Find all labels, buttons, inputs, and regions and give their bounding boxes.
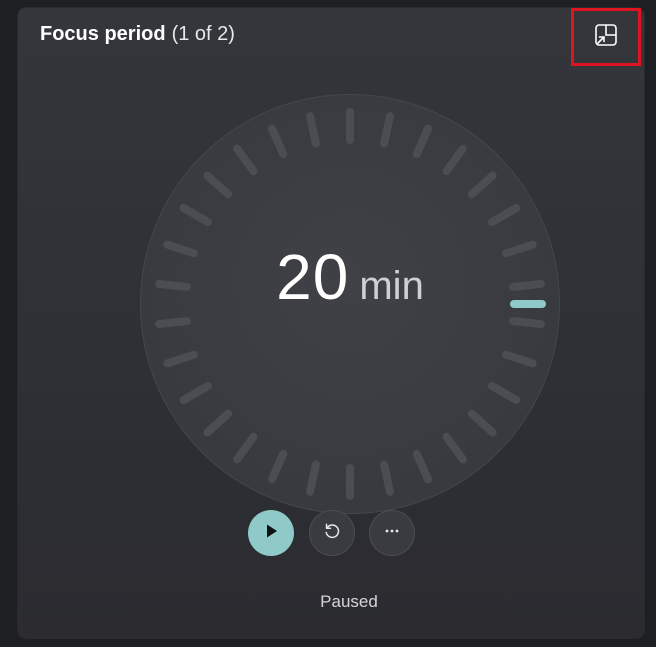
more-options-button[interactable] bbox=[369, 510, 415, 556]
dial-tick bbox=[203, 409, 233, 437]
dial-tick bbox=[488, 204, 521, 226]
timer-dial: 20 min bbox=[140, 94, 560, 514]
session-title: Focus period bbox=[40, 23, 166, 45]
dial-tick bbox=[233, 432, 258, 464]
timer-status: Paused bbox=[320, 592, 378, 611]
time-display: 20 min bbox=[140, 240, 560, 314]
keep-on-top-button[interactable] bbox=[571, 8, 641, 66]
dial-tick bbox=[267, 449, 288, 484]
play-icon bbox=[261, 521, 281, 546]
time-unit: min bbox=[359, 264, 424, 308]
dial-tick bbox=[380, 112, 394, 148]
dial-tick bbox=[467, 409, 497, 437]
dial-tick bbox=[203, 171, 233, 199]
dial-tick bbox=[501, 350, 537, 368]
dial-tick bbox=[233, 144, 258, 176]
dial-tick bbox=[488, 382, 521, 404]
dial-tick bbox=[442, 144, 467, 176]
dial-tick bbox=[267, 124, 288, 159]
dial-tick bbox=[412, 124, 433, 159]
play-button[interactable] bbox=[248, 510, 294, 556]
dial-tick bbox=[509, 317, 545, 329]
dial-tick bbox=[467, 171, 497, 199]
header: Focus period (1 of 2) bbox=[40, 23, 235, 46]
dial-tick bbox=[306, 460, 320, 496]
dial-tick bbox=[179, 382, 212, 404]
dial-tick bbox=[412, 449, 433, 484]
session-count: (1 of 2) bbox=[171, 23, 235, 45]
dial-tick bbox=[306, 112, 320, 148]
reset-icon bbox=[322, 521, 342, 546]
dial-tick bbox=[179, 204, 212, 226]
more-icon bbox=[382, 521, 402, 546]
time-value: 20 bbox=[276, 241, 350, 313]
timer-controls bbox=[248, 510, 416, 558]
dial-tick bbox=[155, 317, 191, 329]
dial-tick bbox=[163, 350, 199, 368]
dial-tick bbox=[442, 432, 467, 464]
keep-on-top-icon bbox=[593, 22, 619, 53]
reset-button[interactable] bbox=[309, 510, 355, 556]
dial-tick bbox=[380, 460, 394, 496]
